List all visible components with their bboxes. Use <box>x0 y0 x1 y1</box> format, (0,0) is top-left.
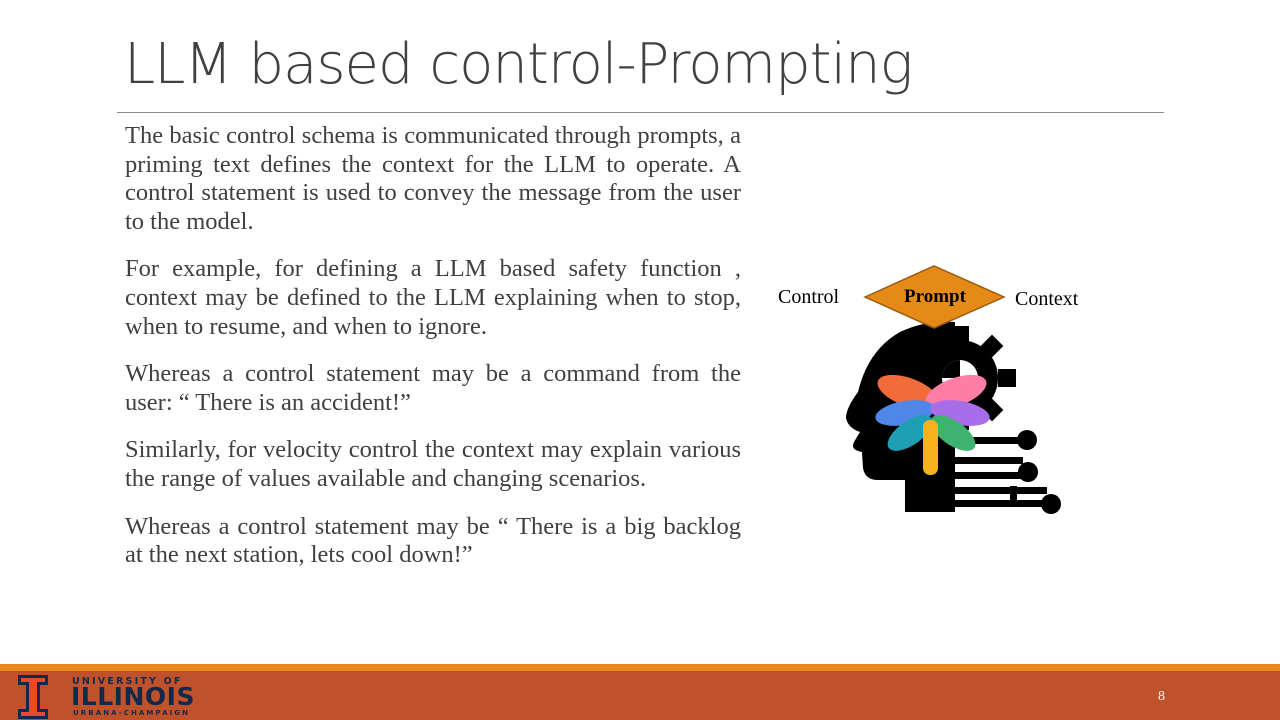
control-label: Control <box>778 286 840 308</box>
slide-body: The basic control schema is communicated… <box>125 122 741 589</box>
paragraph-5: Whereas a control statement may be “ The… <box>125 512 741 569</box>
page-number: 8 <box>1158 689 1165 704</box>
paragraph-1: The basic control schema is communicated… <box>125 122 741 235</box>
prompt-label: Prompt <box>904 286 966 307</box>
slide-title: LLM based control-Prompting <box>124 32 913 97</box>
logo-urbana-champaign: URBANA-CHAMPAIGN <box>73 709 191 717</box>
footer-accent-stripe <box>0 664 1280 671</box>
context-label: Context <box>1015 288 1079 310</box>
paragraph-3: Whereas a control statement may be a com… <box>125 360 741 416</box>
paragraph-2: For example, for defining a LLM based sa… <box>125 255 741 340</box>
prompt-figure: Control Prompt Context <box>760 250 1100 530</box>
paragraph-4: Similarly, for velocity control the cont… <box>125 436 741 492</box>
title-divider <box>117 112 1164 113</box>
logo-illinois: ILLINOIS <box>71 682 195 711</box>
